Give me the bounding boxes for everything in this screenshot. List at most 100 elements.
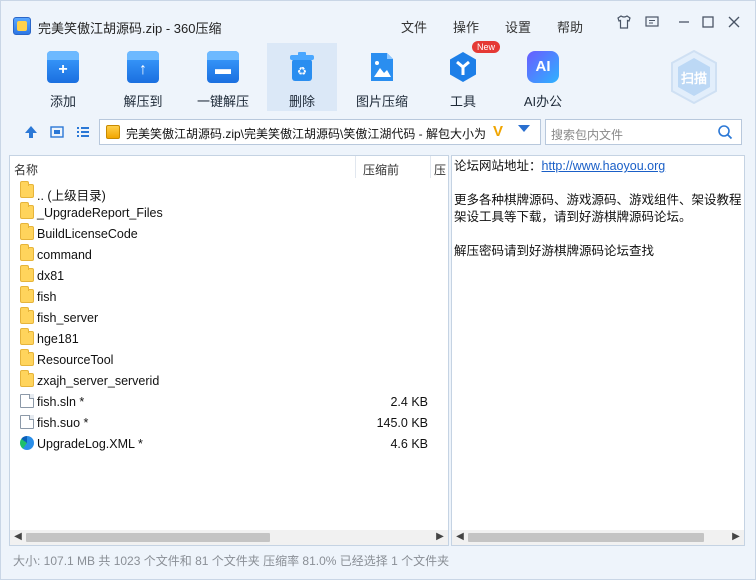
column-compressed[interactable]: 压 xyxy=(434,161,446,178)
list-item[interactable]: ResourceTool xyxy=(10,349,430,370)
menu-help[interactable]: 帮助 xyxy=(557,17,583,36)
close-icon[interactable] xyxy=(723,14,745,36)
column-original-size[interactable]: 压缩前 xyxy=(363,161,399,178)
chevron-down-icon[interactable] xyxy=(518,125,530,132)
archive-comment: 论坛网站地址：http://www.haoyou.org 更多各种棋牌源码、游戏… xyxy=(454,158,742,260)
column-divider[interactable] xyxy=(355,156,356,178)
file-name: command xyxy=(37,248,92,262)
feedback-icon[interactable] xyxy=(641,14,663,36)
folder-icon xyxy=(20,223,34,240)
scan-button[interactable]: 扫描 xyxy=(669,49,719,105)
list-item[interactable]: dx81 xyxy=(10,265,430,286)
delete-label: 删除 xyxy=(288,94,315,109)
folder-icon xyxy=(20,202,34,219)
scroll-right-icon[interactable]: ▶ xyxy=(434,531,446,543)
list-item[interactable]: hge181 xyxy=(10,328,430,349)
window-title: 完美笑傲江胡源码.zip - 360压缩 xyxy=(38,21,222,36)
forum-label: 论坛网站地址： xyxy=(454,159,542,173)
maximize-icon[interactable] xyxy=(697,14,719,36)
app-window: 完美笑傲江胡源码.zip - 360压缩 文件 操作 设置 帮助 + 添加 ↑ … xyxy=(0,0,756,580)
comment-line: 解压密码请到好游棋牌源码论坛查找 xyxy=(454,244,655,258)
folder-icon xyxy=(20,370,34,387)
ai-office-label: AI办公 xyxy=(523,94,563,109)
file-icon xyxy=(20,415,34,429)
minimize-icon[interactable] xyxy=(673,14,695,36)
path-text: 完美笑傲江胡源码.zip\完美笑傲江胡源码\笑傲江湖代码 - 解包大小为 xyxy=(126,127,486,141)
scroll-thumb[interactable] xyxy=(468,533,704,542)
ai-office-icon: AI xyxy=(527,51,559,83)
folder-icon xyxy=(20,328,34,345)
horizontal-scrollbar[interactable]: ◀ ▶ xyxy=(452,530,744,545)
add-button[interactable]: + 添加 xyxy=(28,43,98,111)
folder-icon xyxy=(20,244,34,261)
list-item[interactable]: _UpgradeReport_Files xyxy=(10,202,430,223)
path-bar: 完美笑傲江胡源码.zip\完美笑傲江胡源码\笑傲江湖代码 - 解包大小为 V 搜… xyxy=(1,117,755,147)
app-logo-icon xyxy=(13,17,31,35)
search-input[interactable]: 搜索包内文件 xyxy=(545,119,742,145)
status-bar: 大小: 107.1 MB 共 1023 个文件和 81 个文件夹 压缩率 81.… xyxy=(13,554,450,568)
column-divider[interactable] xyxy=(430,156,431,178)
folder-icon xyxy=(20,349,34,366)
comment-line: 更多各种棋牌源码、游戏源码、游戏组件、架设教程 xyxy=(454,193,742,207)
file-name: fish_server xyxy=(37,311,99,325)
menu-settings[interactable]: 设置 xyxy=(505,17,531,36)
horizontal-scrollbar[interactable]: ◀ ▶ xyxy=(10,530,448,545)
image-compress-button[interactable]: 图片压缩 xyxy=(347,43,417,111)
file-name: ResourceTool xyxy=(37,353,114,367)
extract-to-button[interactable]: ↑ 解压到 xyxy=(108,43,178,111)
add-icon: + xyxy=(47,51,79,83)
file-name: zxajh_server_serverid xyxy=(37,374,160,388)
scroll-left-icon[interactable]: ◀ xyxy=(12,531,24,543)
folder-icon xyxy=(20,181,34,198)
archive-icon xyxy=(106,125,120,139)
tools-icon xyxy=(447,51,479,83)
menu-operation[interactable]: 操作 xyxy=(453,17,479,36)
list-item[interactable]: UpgradeLog.XML * 4.6 KB xyxy=(10,433,430,454)
search-placeholder: 搜索包内文件 xyxy=(551,128,624,142)
delete-button[interactable]: ♻ 删除 xyxy=(267,43,337,111)
vip-icon[interactable]: V xyxy=(493,123,503,140)
list-item[interactable]: command xyxy=(10,244,430,265)
new-badge: New xyxy=(472,41,501,53)
file-size: 145.0 KB xyxy=(376,416,428,430)
list-item[interactable]: fish.suo * 145.0 KB xyxy=(10,412,430,433)
list-item[interactable]: BuildLicenseCode xyxy=(10,223,430,244)
folder-icon xyxy=(20,286,34,303)
forum-link[interactable]: http://www.haoyou.org xyxy=(542,159,666,173)
list-view-icon[interactable] xyxy=(75,124,91,140)
path-field[interactable]: 完美笑傲江胡源码.zip\完美笑傲江胡源码\笑傲江湖代码 - 解包大小为 V xyxy=(99,119,541,145)
search-icon[interactable] xyxy=(717,124,733,140)
menu-file[interactable]: 文件 xyxy=(401,17,427,36)
file-name: fish.suo * xyxy=(37,416,89,430)
extract-to-label: 解压到 xyxy=(123,94,163,109)
ai-office-button[interactable]: AI AI办公 xyxy=(508,43,578,111)
tools-button[interactable]: New 工具 xyxy=(428,41,501,111)
list-item[interactable]: .. (上级目录) xyxy=(10,181,430,203)
scroll-right-icon[interactable]: ▶ xyxy=(730,531,742,543)
image-compress-icon xyxy=(366,51,398,83)
column-name[interactable]: 名称 xyxy=(14,161,38,178)
ai-glyph: AI xyxy=(535,58,551,75)
list-item[interactable]: fish xyxy=(10,286,430,307)
file-name: BuildLicenseCode xyxy=(37,227,138,241)
comment-line: 架设工具等下载，请到好游棋牌源码论坛。 xyxy=(454,210,692,224)
file-size: 4.6 KB xyxy=(390,437,428,451)
file-size: 2.4 KB xyxy=(390,395,428,409)
folder-icon xyxy=(20,265,34,282)
list-item[interactable]: fish.sln * 2.4 KB xyxy=(10,391,430,412)
folder-icon xyxy=(20,307,34,324)
list-item[interactable]: zxajh_server_serverid xyxy=(10,370,430,391)
scroll-thumb[interactable] xyxy=(26,533,270,542)
one-click-extract-button[interactable]: ▬ 一键解压 xyxy=(188,43,258,111)
thumbnail-view-icon[interactable] xyxy=(49,124,65,140)
one-click-extract-icon: ▬ xyxy=(207,51,239,83)
file-name: fish.sln * xyxy=(37,395,85,409)
toolbar: + 添加 ↑ 解压到 ▬ 一键解压 ♻ 删除 图片压缩 New 工具 AI AI… xyxy=(1,41,755,113)
list-item[interactable]: fish_server xyxy=(10,307,430,328)
file-name: hge181 xyxy=(37,332,79,346)
up-arrow-icon[interactable] xyxy=(23,124,39,140)
shirt-icon[interactable] xyxy=(613,14,635,36)
scroll-left-icon[interactable]: ◀ xyxy=(454,531,466,543)
comment-pane: 论坛网站地址：http://www.haoyou.org 更多各种棋牌源码、游戏… xyxy=(451,155,745,546)
file-name: fish xyxy=(37,290,57,304)
